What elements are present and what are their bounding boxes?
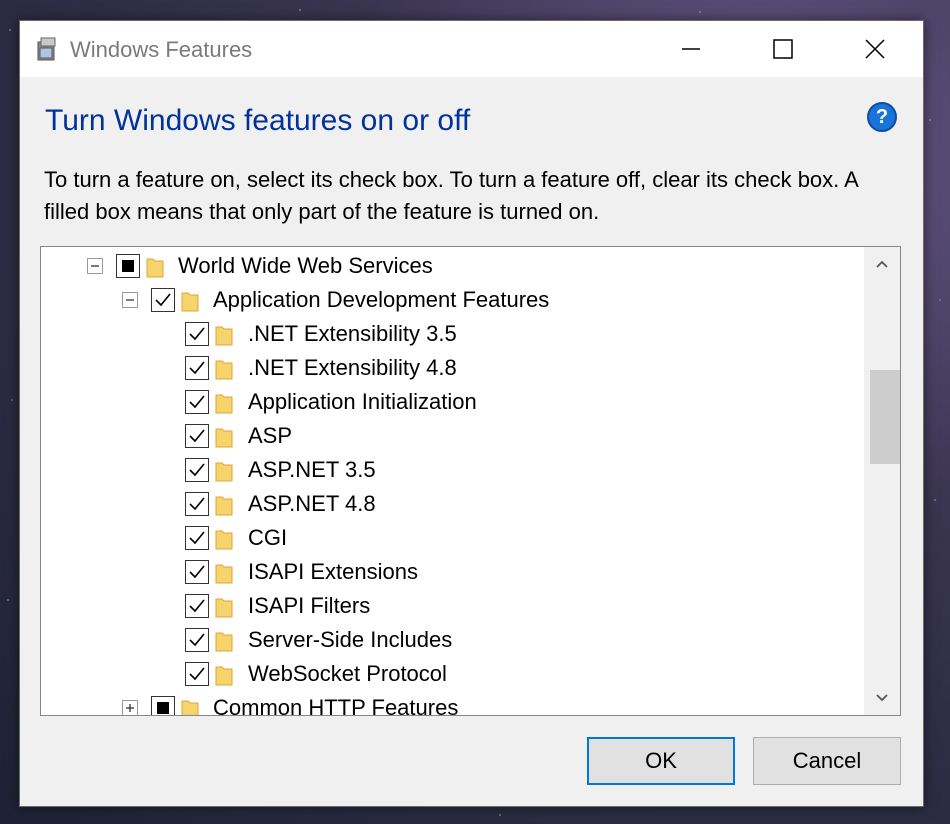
tree-item-isapi-filters[interactable]: ISAPI Filters bbox=[41, 589, 864, 623]
folder-icon bbox=[215, 632, 233, 652]
checked-checkbox[interactable] bbox=[185, 458, 209, 482]
tree-item-label: .NET Extensibility 4.8 bbox=[248, 355, 457, 380]
tree-item-label: .NET Extensibility 3.5 bbox=[248, 321, 457, 346]
ok-button[interactable]: OK bbox=[587, 737, 735, 785]
maximize-button[interactable] bbox=[737, 21, 829, 77]
tree-item-label: ASP.NET 3.5 bbox=[248, 457, 376, 482]
features-tree[interactable]: World Wide Web Services Application Deve… bbox=[40, 246, 901, 716]
folder-icon bbox=[146, 258, 164, 278]
tree-item-label: ASP bbox=[248, 423, 293, 448]
checked-checkbox[interactable] bbox=[185, 560, 209, 584]
close-button[interactable] bbox=[829, 21, 921, 77]
tree-item-net-extensibility-4-8[interactable]: .NET Extensibility 4.8 bbox=[41, 351, 864, 385]
tree-item-isapi-extensions[interactable]: ISAPI Extensions bbox=[41, 555, 864, 589]
help-icon[interactable]: ? bbox=[867, 102, 897, 132]
chevron-up-icon bbox=[876, 260, 888, 268]
checked-checkbox[interactable] bbox=[185, 356, 209, 380]
minimize-icon bbox=[682, 48, 700, 50]
tree-item-label: WebSocket Protocol bbox=[248, 661, 447, 686]
window-title: Windows Features bbox=[70, 37, 253, 62]
checked-checkbox[interactable] bbox=[185, 424, 209, 448]
checked-checkbox[interactable] bbox=[185, 628, 209, 652]
folder-icon bbox=[215, 666, 233, 686]
tree-item-asp[interactable]: ASP bbox=[41, 419, 864, 453]
partial-checkbox[interactable] bbox=[151, 696, 175, 715]
collapse-icon[interactable] bbox=[87, 258, 103, 274]
folder-icon bbox=[215, 428, 233, 448]
windows-features-dialog: Windows Features Turn Windows features o… bbox=[19, 20, 924, 807]
tree-item-label: Application Initialization bbox=[248, 389, 477, 414]
tree-item-label: World Wide Web Services bbox=[178, 253, 433, 278]
folder-icon bbox=[181, 700, 199, 715]
folder-icon bbox=[215, 496, 233, 516]
close-icon bbox=[865, 39, 885, 59]
tree-item-label: ISAPI Extensions bbox=[248, 559, 418, 584]
instructions-text: To turn a feature on, select its check b… bbox=[44, 167, 858, 224]
tree-item-common-http-features[interactable]: Common HTTP Features bbox=[41, 691, 864, 716]
scrollbar-thumb[interactable] bbox=[870, 370, 900, 464]
checked-checkbox[interactable] bbox=[185, 390, 209, 414]
folder-icon bbox=[215, 564, 233, 584]
minimize-button[interactable] bbox=[645, 21, 737, 77]
tree-item-net-extensibility-3-5[interactable]: .NET Extensibility 3.5 bbox=[41, 317, 864, 351]
tree-item-label: Server-Side Includes bbox=[248, 627, 453, 652]
vertical-scrollbar[interactable] bbox=[864, 247, 900, 715]
tree-item-asp-net-3-5[interactable]: ASP.NET 3.5 bbox=[41, 453, 864, 487]
tree-item-application-initialization[interactable]: Application Initialization bbox=[41, 385, 864, 419]
page-title: Turn Windows features on or off bbox=[45, 104, 471, 137]
tree-item-server-side-includes[interactable]: Server-Side Includes bbox=[41, 623, 864, 657]
checked-checkbox[interactable] bbox=[185, 322, 209, 346]
collapse-icon[interactable] bbox=[122, 292, 138, 308]
expand-icon[interactable] bbox=[122, 700, 138, 715]
tree-item-label: ASP.NET 4.8 bbox=[248, 491, 376, 516]
tree-item-label: ISAPI Filters bbox=[248, 593, 371, 618]
partial-checkbox[interactable] bbox=[116, 254, 140, 278]
scroll-up-button[interactable] bbox=[864, 247, 900, 281]
chevron-down-icon bbox=[876, 694, 888, 702]
tree-item-label: Application Development Features bbox=[213, 287, 550, 312]
tree-item-cgi[interactable]: CGI bbox=[41, 521, 864, 555]
checked-checkbox[interactable] bbox=[185, 492, 209, 516]
title-bar[interactable]: Windows Features bbox=[20, 21, 923, 77]
folder-icon bbox=[181, 292, 199, 312]
maximize-icon bbox=[773, 39, 793, 59]
checked-checkbox[interactable] bbox=[185, 526, 209, 550]
windows-features-app-icon bbox=[37, 37, 56, 61]
tree-item-application-development-features[interactable]: Application Development Features bbox=[41, 283, 864, 317]
scroll-down-button[interactable] bbox=[864, 681, 900, 715]
folder-icon bbox=[215, 462, 233, 482]
checked-checkbox[interactable] bbox=[185, 662, 209, 686]
folder-icon bbox=[215, 394, 233, 414]
cancel-button[interactable]: Cancel bbox=[753, 737, 901, 785]
folder-icon bbox=[215, 326, 233, 346]
tree-item-label: CGI bbox=[248, 525, 288, 550]
tree-item-label: Common HTTP Features bbox=[213, 695, 459, 716]
tree-item-asp-net-4-8[interactable]: ASP.NET 4.8 bbox=[41, 487, 864, 521]
folder-icon bbox=[215, 598, 233, 618]
tree-item-websocket-protocol[interactable]: WebSocket Protocol bbox=[41, 657, 864, 691]
folder-icon bbox=[215, 360, 233, 380]
folder-icon bbox=[215, 530, 233, 550]
tree-item-world-wide-web-services[interactable]: World Wide Web Services bbox=[41, 249, 864, 283]
checked-checkbox[interactable] bbox=[185, 594, 209, 618]
checked-checkbox[interactable] bbox=[151, 288, 175, 312]
